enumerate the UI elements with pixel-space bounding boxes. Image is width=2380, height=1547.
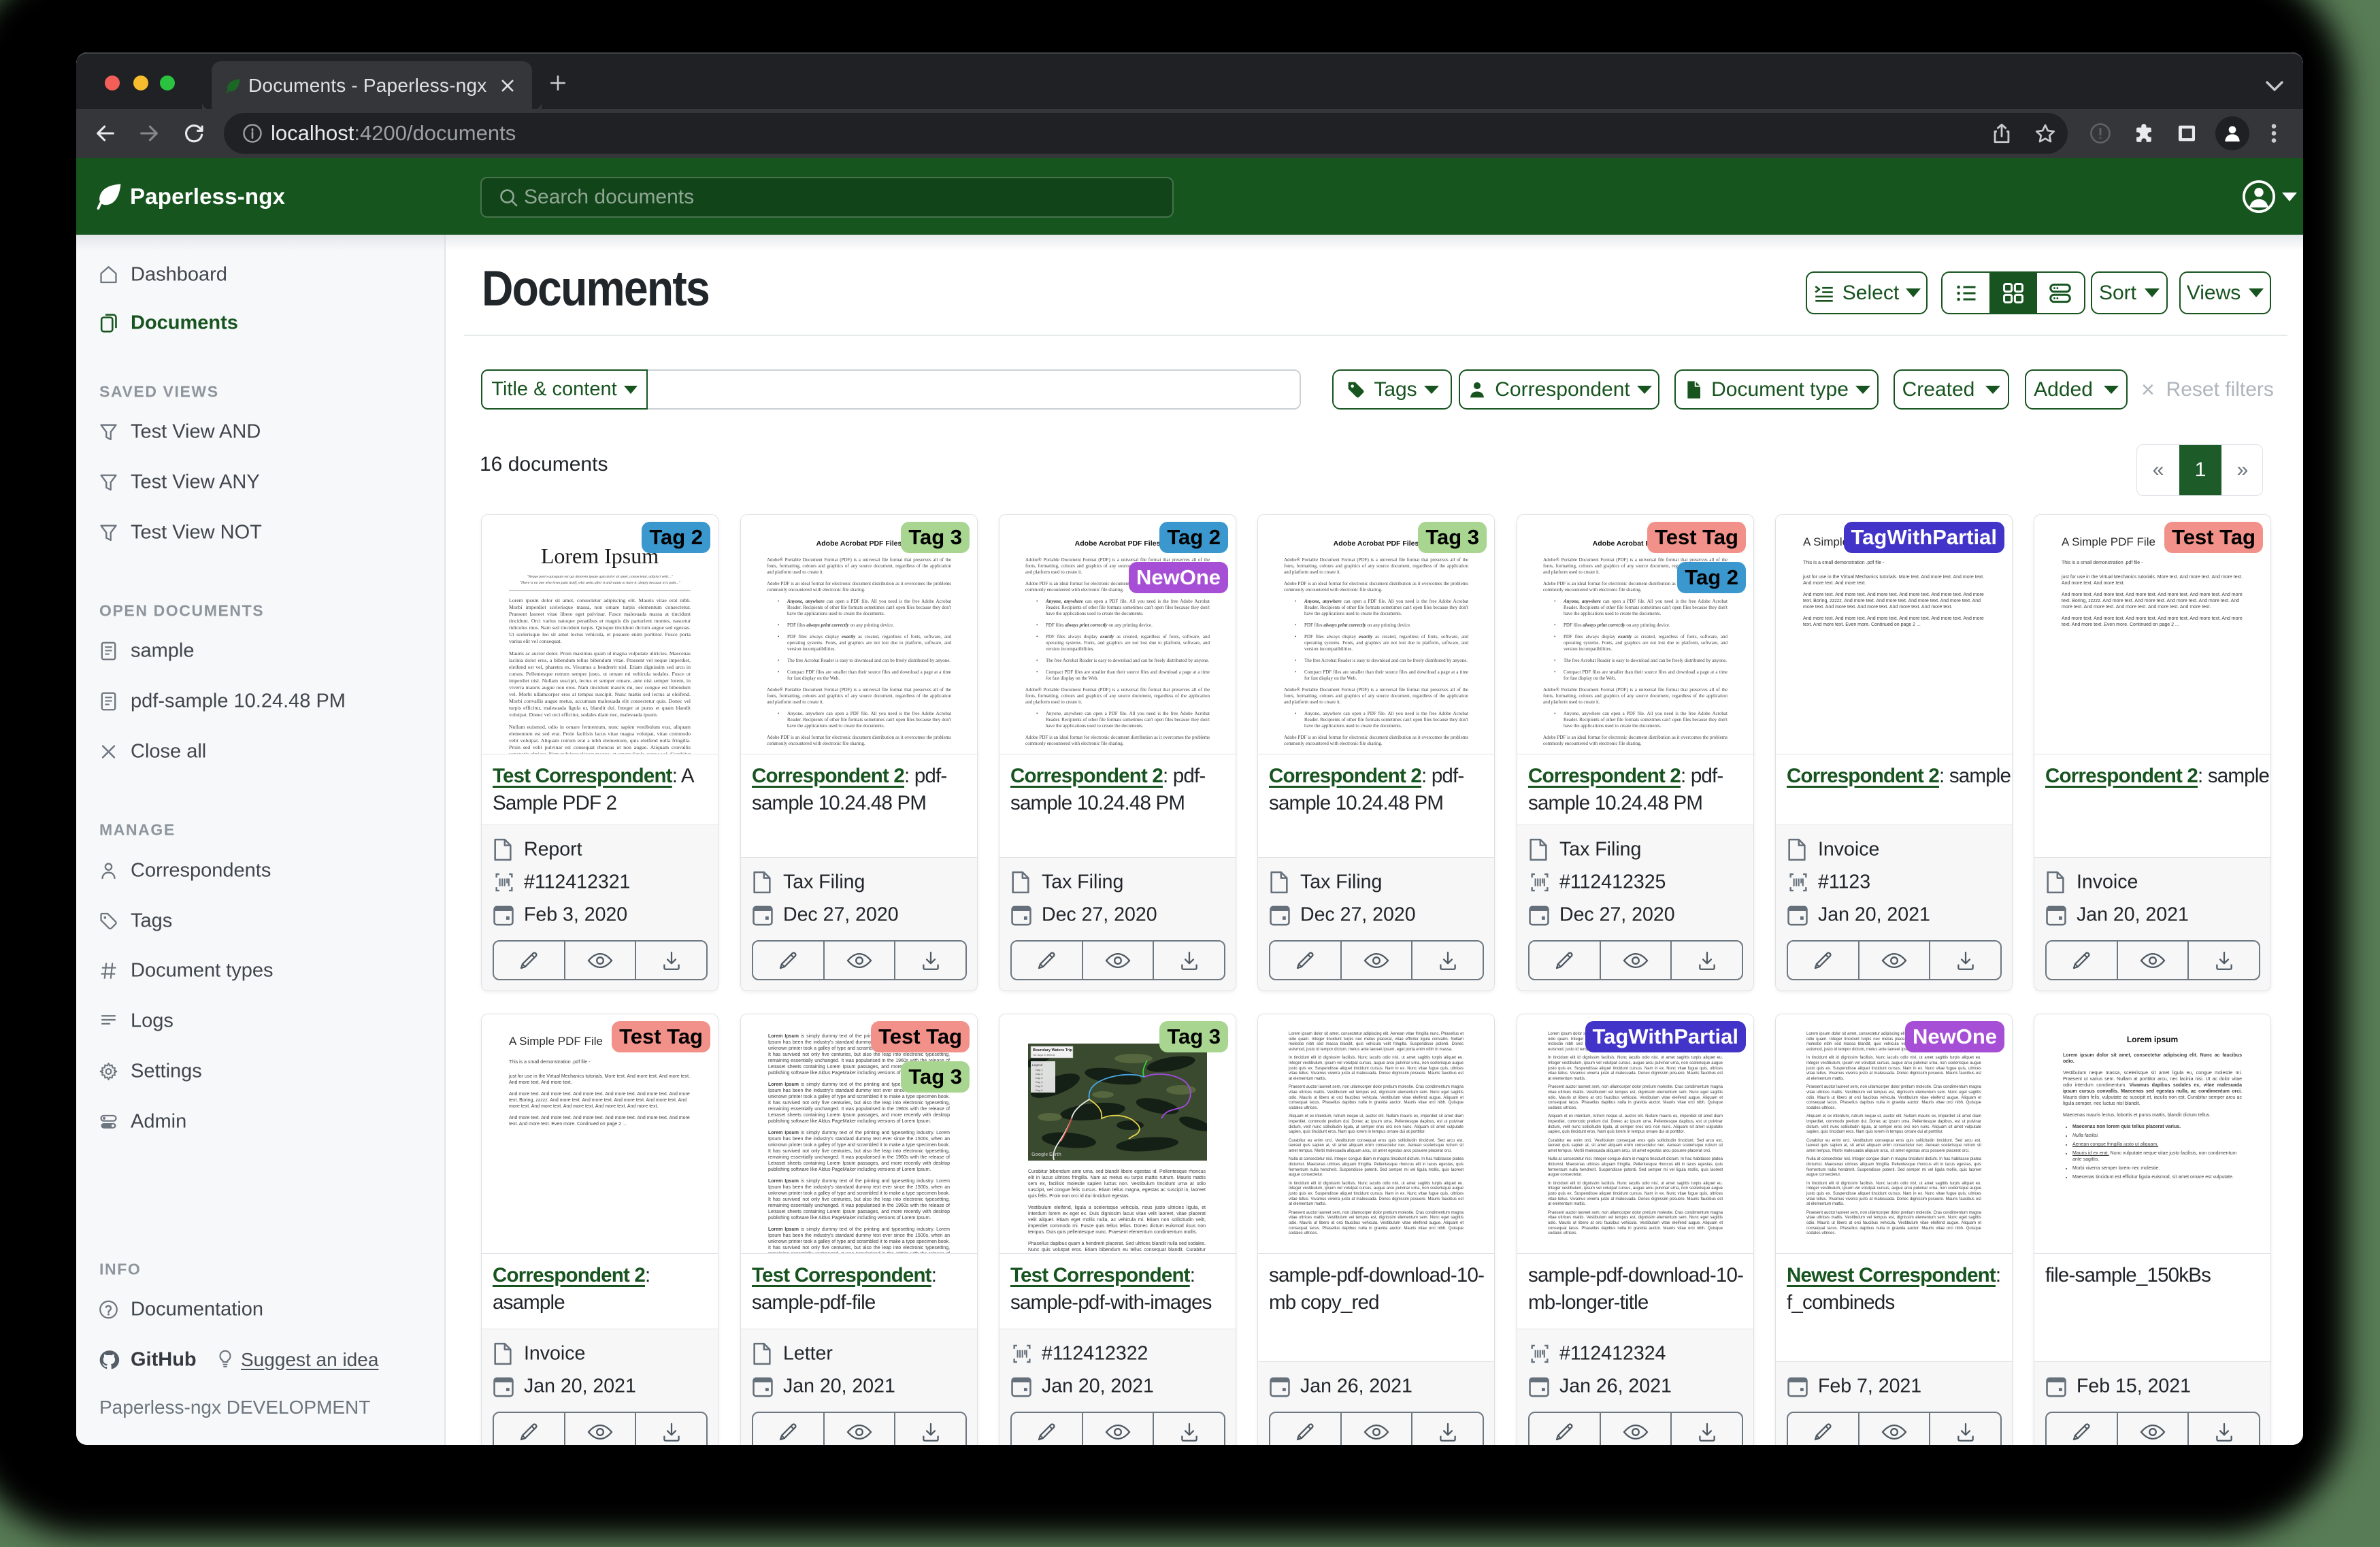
svg-text:Boundary Waters Trip: Boundary Waters Trip [1033, 1048, 1072, 1052]
svg-text:Day 5: Day 5 [1036, 1084, 1043, 1088]
svg-text:Legend: Legend [1032, 1063, 1043, 1067]
svg-text:Six days in BWCA: Six days in BWCA [1033, 1053, 1055, 1057]
svg-text:Day 3: Day 3 [1036, 1076, 1043, 1080]
svg-text:Day 4: Day 4 [1036, 1080, 1043, 1084]
svg-text:Day 2: Day 2 [1036, 1072, 1043, 1076]
svg-text:Google Earth: Google Earth [1031, 1152, 1061, 1157]
svg-text:Day 6: Day 6 [1036, 1088, 1043, 1092]
svg-text:Day 1: Day 1 [1036, 1068, 1043, 1071]
